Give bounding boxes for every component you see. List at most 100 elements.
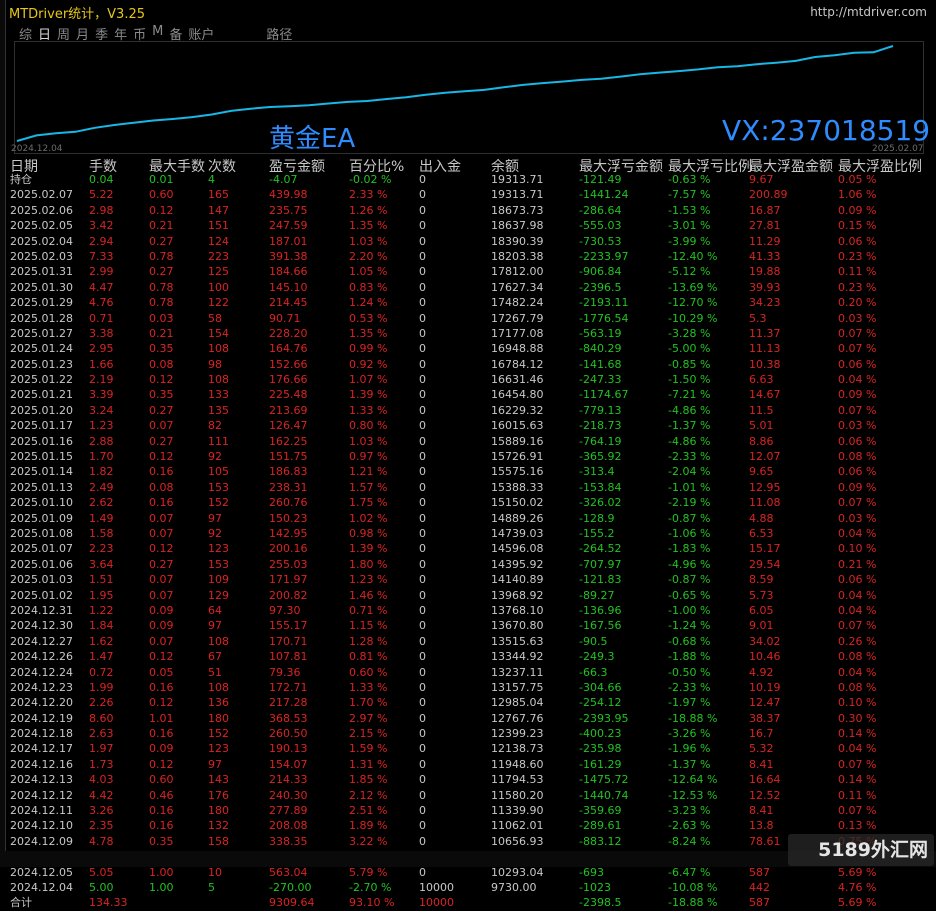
table-cell: 2025.01.27 — [10, 326, 73, 340]
table-row: 持仓 0.04 0.01 4 -4.07 -0.02 % 0 19313.71 -121.49 -… — [0, 172, 936, 187]
table-cell: 16454.80 — [491, 388, 544, 402]
table-row: 2024.12.30 1.84 0.09 97 155.17 1.15 % 0 13670.8… — [0, 618, 936, 633]
table-cell: 187.01 — [269, 234, 308, 248]
table-cell: 368.53 — [269, 711, 308, 725]
table-cell: 93.10 % — [349, 896, 395, 910]
table-cell: 持仓 — [10, 173, 32, 186]
table-cell: 145.10 — [269, 280, 308, 294]
table-cell: 217.28 — [269, 696, 308, 710]
table-cell: 0 — [419, 403, 426, 417]
table-cell: 162.25 — [269, 434, 308, 448]
table-cell: 100 — [208, 280, 229, 294]
table-cell: 1.95 — [89, 588, 114, 602]
table-cell: 17177.08 — [491, 326, 544, 340]
table-cell: -0.02 % — [349, 173, 392, 186]
table-cell: 0.07 — [149, 419, 174, 433]
table-cell: 2025.01.03 — [10, 573, 73, 587]
table-cell: 0 — [419, 203, 426, 217]
table-cell: 1.62 — [89, 634, 114, 648]
table-cell: 108 — [208, 373, 229, 387]
table-cell: 15388.33 — [491, 480, 544, 494]
table-cell: 5.69 % — [838, 896, 877, 910]
table-cell: 3.39 — [89, 388, 114, 402]
table-row: 2025.01.13 2.49 0.08 153 238.31 1.57 % 0 15388.… — [0, 480, 936, 495]
table-cell: 0.16 — [149, 496, 174, 510]
table-cell: 0 — [419, 388, 426, 402]
table-cell: 2025.01.10 — [10, 496, 73, 510]
table-cell: 1.99 — [89, 680, 114, 694]
table-cell: 10.19 — [749, 680, 781, 694]
table-cell: 2024.12.30 — [10, 619, 73, 633]
table-cell: 0.72 — [89, 665, 114, 679]
table-row: 2025.01.06 3.64 0.27 153 255.03 1.80 % 0 14395.… — [0, 557, 936, 572]
table-cell: -730.53 — [579, 234, 622, 248]
table-cell: 1.89 % — [349, 819, 388, 833]
table-row: 合计 134.33 9309.64 93.10 % 10000 -2398.5 -18.88… — [0, 895, 936, 910]
table-cell: 0 — [419, 742, 426, 756]
table-cell: 0.06 % — [838, 234, 877, 248]
table-cell: 0.03 % — [838, 419, 877, 433]
table-cell: 19.88 — [749, 265, 781, 279]
table-cell: 1.97 — [89, 742, 114, 756]
table-cell: 0.07 % — [838, 496, 877, 510]
table-cell: 2025.02.04 — [10, 234, 73, 248]
table-cell: 1.07 % — [349, 373, 388, 387]
table-cell: -4.96 % — [668, 557, 711, 571]
table-cell: 1.35 % — [349, 326, 388, 340]
table-cell: 1.70 — [89, 450, 114, 464]
website-link[interactable]: http://mtdriver.com — [810, 5, 927, 19]
table-cell: -5.12 % — [668, 265, 711, 279]
table-cell: 合计 — [10, 896, 32, 910]
table-cell: 129 — [208, 588, 229, 602]
table-cell: 0.27 — [149, 557, 174, 571]
table-cell: 2024.12.20 — [10, 696, 73, 710]
table-cell: 0.23 % — [838, 280, 877, 294]
table-cell: 0.04 % — [838, 665, 877, 679]
table-cell: 0.07 — [149, 526, 174, 540]
table-cell: 0 — [419, 188, 426, 202]
table-cell: 13515.63 — [491, 634, 544, 648]
table-cell: 0 — [419, 542, 426, 556]
table-cell: 0.05 — [149, 665, 174, 679]
table-cell: -8.24 % — [668, 834, 711, 848]
table-cell: 235.75 — [269, 203, 308, 217]
table-cell: 0 — [419, 342, 426, 356]
table-cell: 2025.02.03 — [10, 249, 73, 263]
table-cell: 0 — [419, 573, 426, 587]
table-cell: 9309.64 — [269, 896, 315, 910]
table-cell: -128.9 — [579, 511, 615, 525]
table-cell: 180 — [208, 711, 229, 725]
table-cell: 1.26 % — [349, 203, 388, 217]
table-cell: -4.86 % — [668, 434, 711, 448]
table-row: 2025.02.04 2.94 0.27 124 187.01 1.03 % 0 18390.… — [0, 234, 936, 249]
table-cell: 151.75 — [269, 450, 308, 464]
table-cell: 0.71 — [89, 311, 114, 325]
table-cell: 124 — [208, 234, 229, 248]
table-row: 2025.02.03 7.33 0.78 223 391.38 2.20 % 0 18203.… — [0, 249, 936, 264]
table-cell: 2024.12.18 — [10, 727, 73, 741]
table-cell: 238.31 — [269, 480, 308, 494]
table-cell: 34.23 — [749, 296, 781, 310]
table-cell: 2025.01.17 — [10, 419, 73, 433]
table-cell: 8.86 — [749, 434, 774, 448]
table-cell: 15.17 — [749, 542, 781, 556]
table-cell: 0 — [419, 650, 426, 664]
table-cell: 5.3 — [749, 311, 767, 325]
table-cell: 1.35 % — [349, 219, 388, 233]
table-cell: 147 — [208, 203, 229, 217]
table-cell: 97.30 — [269, 603, 301, 617]
table-cell: 1.80 % — [349, 557, 388, 571]
table-cell: 0.11 % — [838, 265, 877, 279]
table-cell: 1.28 % — [349, 634, 388, 648]
table-cell: 0 — [419, 219, 426, 233]
table-cell: -707.97 — [579, 557, 622, 571]
table-cell: 0.05 % — [838, 173, 877, 186]
table-cell: 1.39 % — [349, 388, 388, 402]
table-cell: 0.16 — [149, 727, 174, 741]
table-cell: -563.19 — [579, 326, 622, 340]
table-cell: 2.99 — [89, 265, 114, 279]
table-cell: 0 — [419, 373, 426, 387]
table-row: 2025.01.31 2.99 0.27 125 184.66 1.05 % 0 17812.… — [0, 264, 936, 279]
table-cell: 0.12 — [149, 373, 174, 387]
table-cell: 0 — [419, 419, 426, 433]
